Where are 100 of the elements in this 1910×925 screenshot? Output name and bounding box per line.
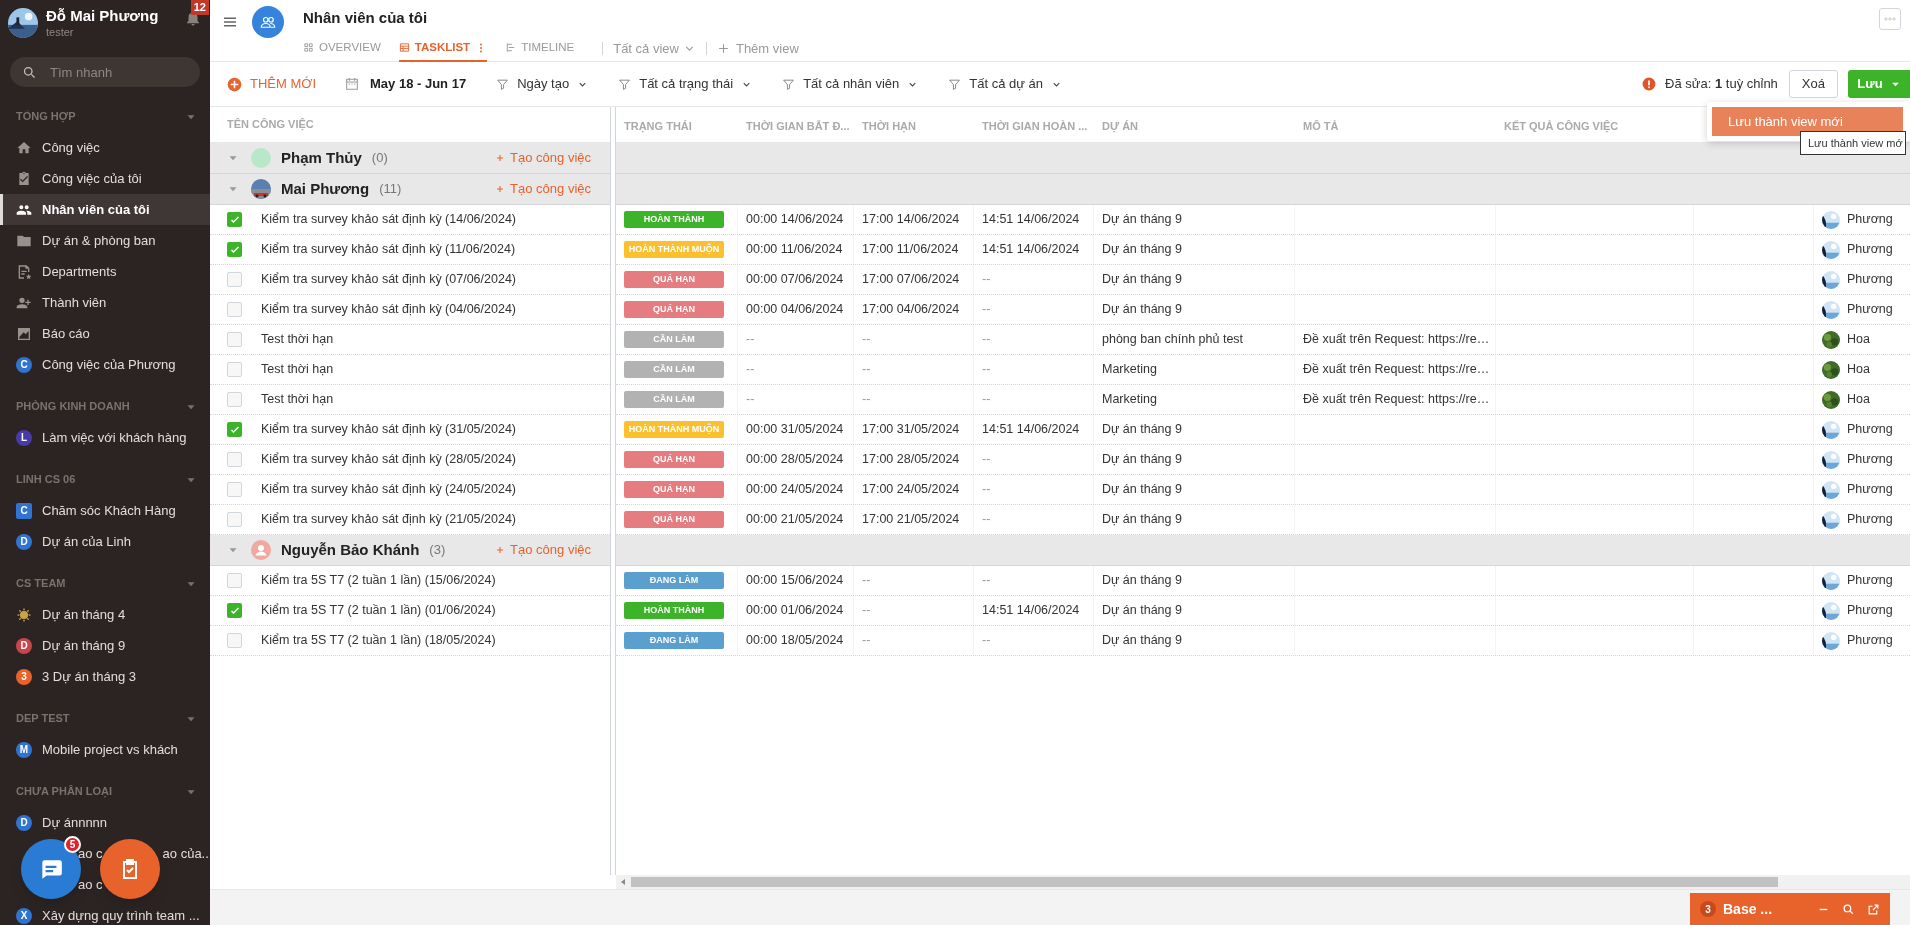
letter-avatar: D (16, 637, 32, 654)
task-title[interactable]: Kiểm tra survey khảo sát định kỳ (21/05/2024) (261, 510, 516, 529)
task-title[interactable]: Kiểm tra survey khảo sát định kỳ (11/06/2024) (261, 240, 516, 259)
task-title[interactable]: Kiểm tra survey khảo sát định kỳ (04/06/2024) (261, 300, 516, 319)
sidebar-item[interactable]: D Dự án của Linh (0, 526, 210, 557)
table-cell-text: -- (862, 391, 871, 409)
task-button[interactable] (100, 839, 160, 899)
sidebar-item[interactable]: 3 3 Dự án tháng 3 (0, 661, 210, 692)
tooltip: Lưu thành view mớ (1800, 131, 1906, 155)
more-button[interactable] (1879, 8, 1901, 30)
task-title[interactable]: Test thời hạn (261, 330, 334, 349)
checkbox[interactable] (227, 452, 242, 467)
filter-dropdown[interactable]: Ngày tạo (496, 74, 589, 94)
letter-avatar: M (16, 741, 32, 758)
task-title[interactable]: Kiểm tra survey khảo sát định kỳ (24/05/2024) (261, 480, 516, 499)
table-cell-text: 17:00 11/06/2024 (862, 241, 959, 259)
checkbox[interactable] (227, 242, 242, 257)
task-title[interactable]: Test thời hạn (261, 360, 334, 379)
sidebar-item[interactable]: C Chăm sóc Khách Hàng (0, 495, 210, 526)
search-icon[interactable] (1842, 902, 1855, 916)
checkbox[interactable] (227, 272, 242, 287)
letter-avatar: D (16, 814, 32, 831)
filter-icon (618, 77, 632, 91)
sidebar-item-text[interactable]: ao của... (162, 843, 210, 864)
sidebar-item[interactable]: M Mobile project vs khách (0, 734, 210, 765)
sidebar-item[interactable]: D Dự ánnnnn (0, 807, 210, 838)
scrollbar-thumb[interactable] (631, 877, 1778, 887)
sidebar-item-text[interactable]: ao c (78, 874, 103, 895)
table-cell-text: -- (862, 572, 871, 590)
table-cell-text: 17:00 24/05/2024 (862, 481, 960, 499)
section-title: TỔNG HỢP (16, 109, 76, 125)
assignee-name: Phương (1847, 271, 1893, 289)
column-header: TÊN CÔNG VIỆC (227, 117, 314, 133)
sidebar-item[interactable]: Công việc của tôi (0, 163, 210, 194)
task-title[interactable]: Test thời hạn (261, 390, 334, 409)
plus-icon (495, 184, 506, 194)
checkbox[interactable] (227, 212, 242, 227)
task-title[interactable]: Kiểm tra survey khảo sát định kỳ (28/05/2024) (261, 450, 516, 469)
horizontal-scrollbar[interactable] (616, 875, 1910, 889)
column-header: TRẠNG THÁI (624, 119, 692, 132)
document-star-icon (16, 263, 32, 280)
task-title[interactable]: Kiểm tra 5S T7 (2 tuần 1 lần) (01/06/2024) (261, 601, 496, 620)
sidebar-item[interactable]: Dự án & phòng ban (0, 225, 210, 256)
assignee-name: Phương (1847, 602, 1893, 620)
filter-dropdown[interactable]: Tất cả nhân viên (782, 74, 919, 94)
task-title[interactable]: Kiểm tra 5S T7 (2 tuần 1 lần) (18/05/2024) (261, 631, 496, 650)
filter-dropdown[interactable]: Tất cả dự án (948, 74, 1062, 94)
letter-avatar: L (16, 429, 32, 446)
minimized-chat[interactable]: 3 Base ... (1690, 893, 1890, 925)
grid-icon (303, 42, 314, 53)
search-field[interactable]: Tìm nhanh (10, 57, 200, 87)
section-title: PHÒNG KINH DOANH (16, 399, 130, 415)
checkbox[interactable] (227, 362, 242, 377)
avatar-icon (251, 540, 271, 560)
sidebar-item[interactable]: Nhân viên của tôi (0, 194, 210, 225)
sidebar-item[interactable]: Departments (0, 256, 210, 287)
checkbox[interactable] (227, 422, 242, 437)
sidebar-item[interactable]: Công việc (0, 132, 210, 163)
checkbox[interactable] (227, 302, 242, 317)
sidebar-item-text[interactable]: ao c (78, 843, 103, 864)
task-title[interactable]: Kiểm tra 5S T7 (2 tuần 1 lần) (15/06/2024) (261, 571, 496, 590)
add-new-button[interactable]: THÊM MỚI (227, 74, 317, 94)
table-cell-text: 00:00 11/06/2024 (746, 241, 843, 259)
group-count: (11) (379, 180, 402, 199)
sidebar-item[interactable]: D Dự án tháng 9 (0, 630, 210, 661)
table-cell-text: Đề xuất trên Request: https://re… (1303, 331, 1490, 349)
filter-icon (496, 77, 510, 91)
checkbox[interactable] (227, 392, 242, 407)
status-badge: QUÁ HẠN (624, 511, 724, 528)
table-cell-text: 17:00 14/06/2024 (862, 211, 960, 229)
table-cell-text: -- (982, 451, 991, 469)
table-cell-text: Dự án tháng 9 (1102, 481, 1182, 499)
table-cell-text: -- (862, 602, 871, 620)
sidebar-item[interactable]: Dự án tháng 4 (0, 599, 210, 630)
sidebar-item[interactable]: C Công việc của Phương (0, 349, 210, 380)
task-title[interactable]: Kiểm tra survey khảo sát định kỳ (14/06/2024) (261, 210, 516, 229)
filter-dropdown[interactable]: Tất cả trạng thái (618, 74, 753, 94)
plus-icon (495, 545, 506, 555)
sidebar-item[interactable]: X Xây dựng quy trình team ... (0, 900, 210, 925)
sidebar-item[interactable]: Thành viên (0, 287, 210, 318)
chat-title: Base ... (1723, 899, 1773, 919)
checkbox[interactable] (227, 633, 242, 648)
task-title[interactable]: Kiểm tra survey khảo sát định kỳ (07/06/2024) (261, 270, 516, 289)
checkbox[interactable] (227, 603, 242, 618)
table-cell-text: 00:00 04/06/2024 (746, 301, 844, 319)
checkbox[interactable] (227, 482, 242, 497)
clear-button[interactable]: Xoá (1788, 70, 1838, 98)
task-title[interactable]: Kiểm tra survey khảo sát định kỳ (31/05/2024) (261, 420, 516, 439)
checkbox[interactable] (227, 512, 242, 527)
sidebar-item[interactable]: L Làm việc với khách hàng (0, 422, 210, 453)
letter-avatar: C (16, 502, 32, 519)
sidebar-item[interactable]: Báo cáo (0, 318, 210, 349)
page-title: Nhân viên của tôi (303, 8, 429, 28)
external-link-icon[interactable] (1867, 902, 1880, 916)
checkbox[interactable] (227, 573, 242, 588)
date-range-picker[interactable]: May 18 - Jun 17 (344, 74, 467, 94)
table-cell-text: 00:00 01/06/2024 (746, 602, 844, 620)
assignee-name: Phương (1847, 211, 1893, 229)
avatar-icon (251, 148, 271, 168)
checkbox[interactable] (227, 332, 242, 347)
